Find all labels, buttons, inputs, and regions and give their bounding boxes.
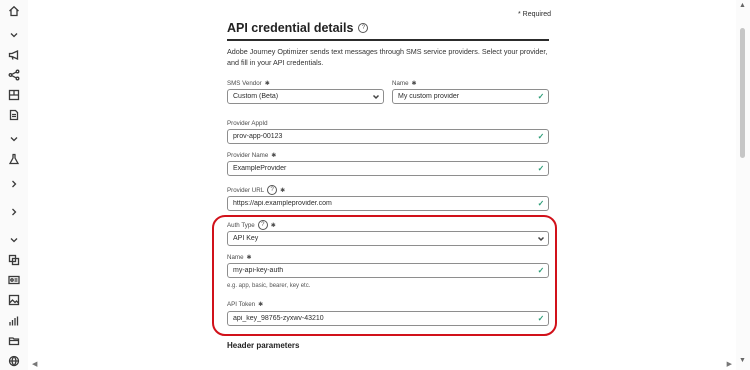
provider-url-value: https://api.exampleprovider.com — [233, 200, 332, 207]
name-value: My custom provider — [398, 93, 460, 100]
chevron-right-icon[interactable] — [8, 178, 20, 190]
header-parameters-heading: Header parameters — [227, 341, 300, 350]
checkmark-icon: ✓ — [537, 164, 545, 173]
name-label: Name ✱ — [392, 80, 417, 87]
chevron-down-icon[interactable] — [8, 133, 20, 145]
globe-icon[interactable] — [8, 355, 20, 367]
required-asterisk: ✱ — [264, 81, 270, 87]
checkmark-icon: ✓ — [537, 199, 545, 208]
name-input[interactable]: My custom provider ✓ — [392, 89, 549, 104]
vertical-scrollbar[interactable]: ▲ ▼ — [736, 0, 750, 370]
auth-section-highlight — [212, 215, 557, 336]
id-card-icon[interactable] — [8, 274, 20, 286]
share-nodes-icon[interactable] — [8, 69, 20, 81]
required-asterisk: ✱ — [280, 187, 286, 194]
provider-appid-input[interactable]: prov-app-00123 ✓ — [227, 129, 549, 144]
name-label-text: Name — [392, 80, 409, 87]
scroll-down-icon[interactable]: ▼ — [739, 357, 746, 364]
chevron-down-icon[interactable] — [8, 234, 20, 246]
provider-appid-value: prov-app-00123 — [233, 133, 283, 140]
image-icon[interactable] — [8, 294, 20, 306]
bar-chart-icon[interactable] — [8, 315, 20, 327]
home-icon[interactable] — [8, 5, 20, 17]
help-icon[interactable]: ? — [358, 23, 369, 33]
checkmark-icon: ✓ — [537, 132, 545, 141]
sms-vendor-label-text: SMS Vendor — [227, 80, 262, 87]
copy-icon[interactable] — [8, 254, 20, 266]
scroll-right-icon[interactable]: ▶ — [727, 360, 732, 368]
required-asterisk: ✱ — [271, 153, 277, 159]
sms-vendor-select[interactable]: Custom (Beta) — [227, 89, 384, 104]
page-title: API credential details ? — [227, 21, 369, 35]
scrollbar-thumb[interactable] — [740, 28, 745, 158]
page-title-text: API credential details — [227, 21, 354, 35]
required-note: * Required — [518, 11, 552, 18]
chevron-down-icon[interactable] — [8, 29, 20, 41]
left-nav-rail — [0, 0, 28, 370]
required-asterisk: ✱ — [411, 81, 417, 87]
provider-name-value: ExampleProvider — [233, 165, 287, 172]
provider-url-label-text: Provider URL — [227, 186, 265, 194]
provider-url-input[interactable]: https://api.exampleprovider.com ✓ — [227, 196, 549, 211]
provider-appid-label-text: Provider AppId — [227, 120, 268, 127]
provider-name-label-text: Provider Name — [227, 152, 269, 159]
provider-url-label: Provider URL ? ✱ — [227, 185, 285, 195]
page-description: Adobe Journey Optimizer sends text messa… — [227, 47, 548, 67]
document-icon[interactable] — [8, 109, 20, 121]
scroll-left-icon[interactable]: ◀ — [32, 360, 37, 368]
chevron-down-icon[interactable] — [369, 93, 383, 101]
provider-name-input[interactable]: ExampleProvider ✓ — [227, 161, 549, 176]
help-icon[interactable]: ? — [267, 185, 278, 195]
sms-vendor-value: Custom (Beta) — [233, 93, 279, 100]
scroll-up-icon[interactable]: ▲ — [739, 2, 746, 9]
chevron-right-icon[interactable] — [8, 206, 20, 218]
title-divider — [227, 39, 549, 41]
checkmark-icon: ✓ — [537, 92, 545, 101]
megaphone-icon[interactable] — [8, 49, 20, 61]
provider-appid-label: Provider AppId — [227, 120, 268, 127]
content-icon[interactable] — [8, 89, 20, 101]
sms-vendor-label: SMS Vendor ✱ — [227, 80, 270, 87]
folders-icon[interactable] — [8, 335, 20, 347]
flask-icon[interactable] — [8, 153, 20, 165]
provider-name-label: Provider Name ✱ — [227, 152, 276, 159]
